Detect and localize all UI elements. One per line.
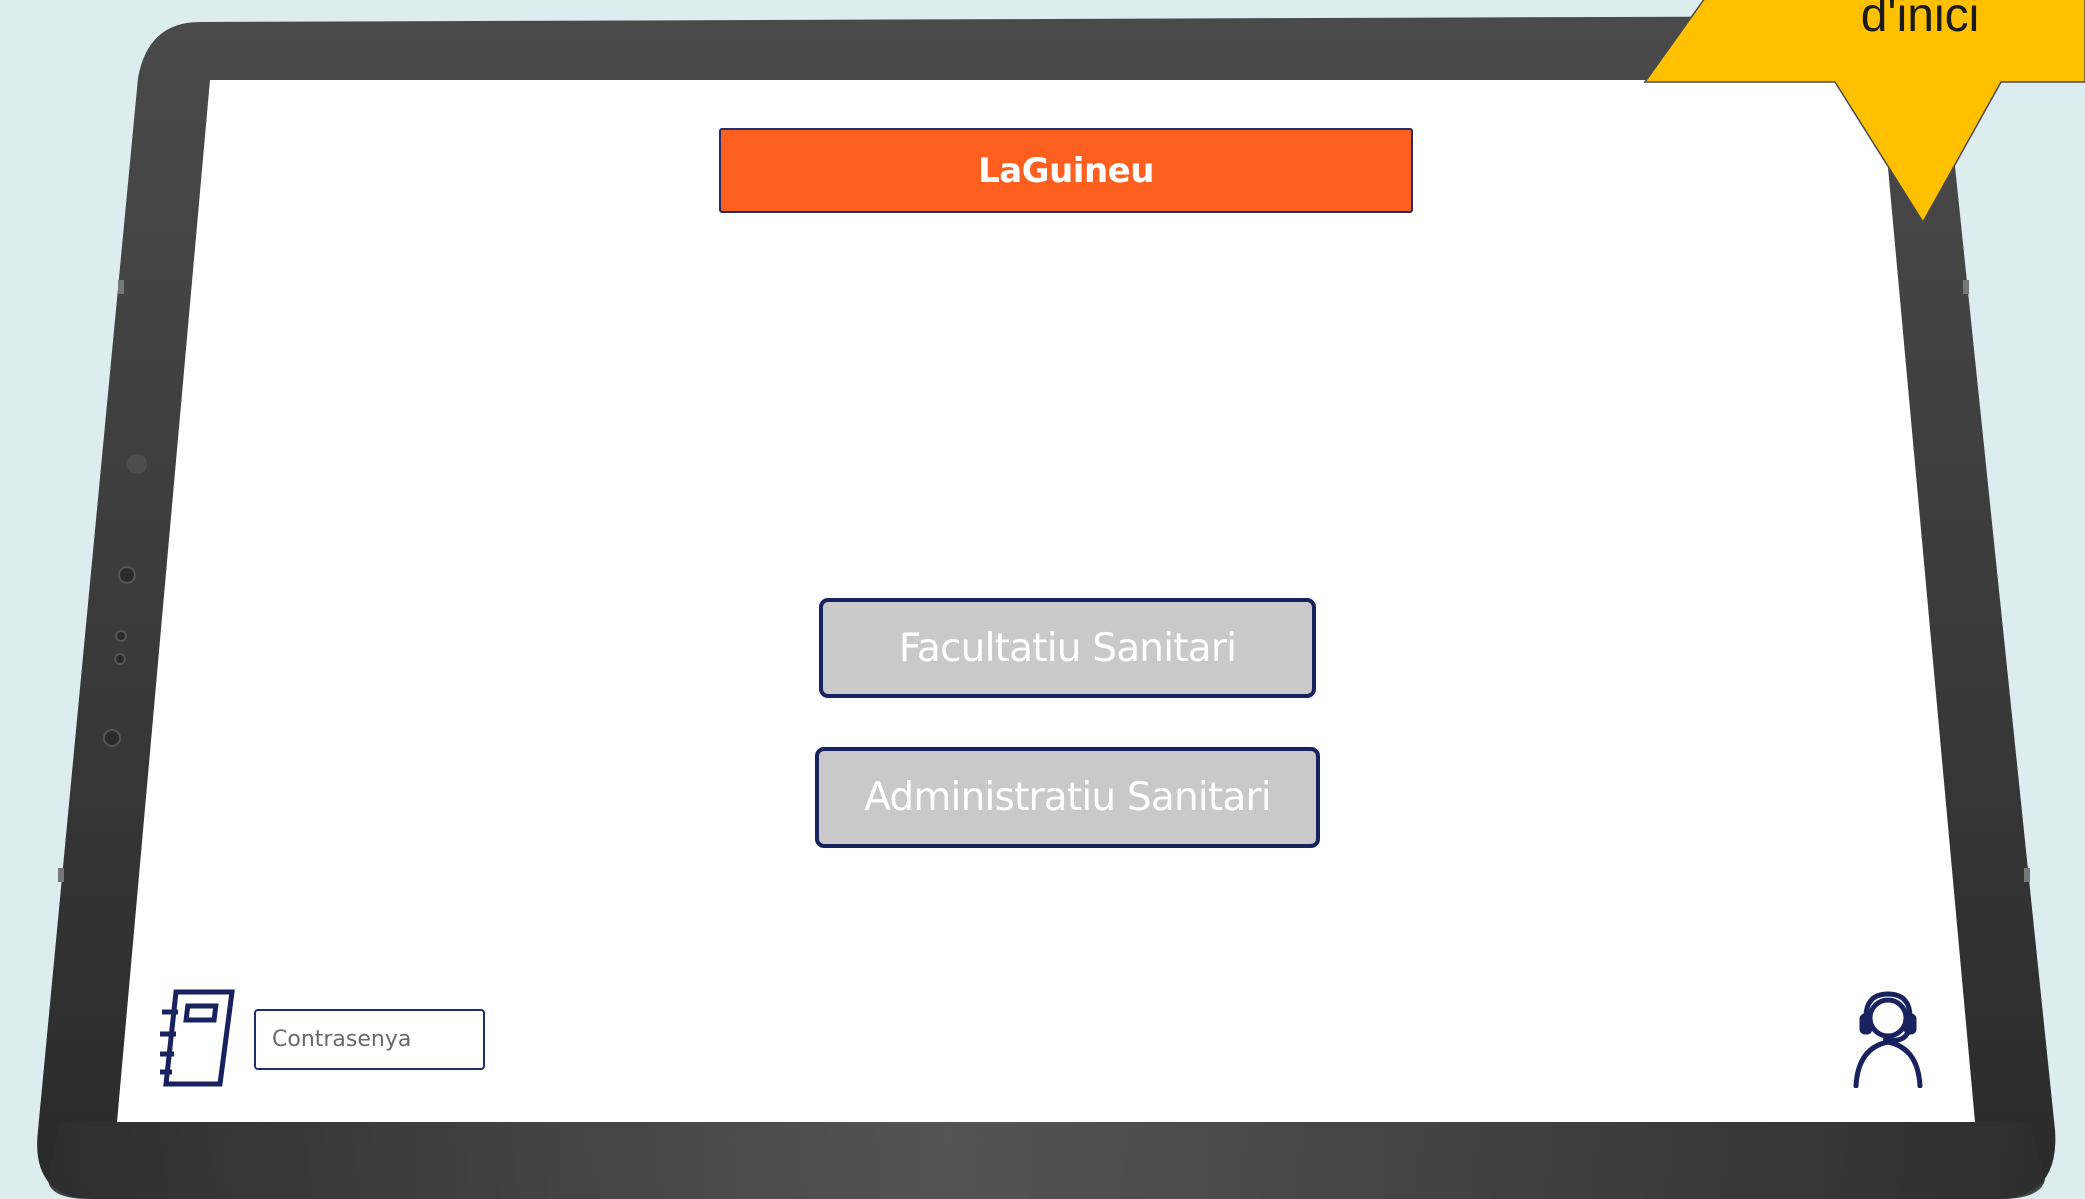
tablet-screen: LaGuineu Facultatiu Sanitari Administrat… [0, 0, 2085, 1199]
facultatiu-sanitari-button[interactable]: Facultatiu Sanitari [819, 598, 1316, 698]
administratiu-sanitari-button[interactable]: Administratiu Sanitari [815, 747, 1320, 848]
app-title: LaGuineu [978, 150, 1154, 191]
support-agent-icon[interactable] [1852, 988, 1924, 1088]
callout-text: d'inici [1860, 0, 1980, 42]
notebook-icon[interactable] [160, 988, 236, 1088]
facultatiu-sanitari-label: Facultatiu Sanitari [898, 625, 1237, 671]
administratiu-sanitari-label: Administratiu Sanitari [864, 775, 1271, 820]
password-field[interactable] [254, 1009, 485, 1070]
app-title-bar: LaGuineu [719, 128, 1413, 213]
